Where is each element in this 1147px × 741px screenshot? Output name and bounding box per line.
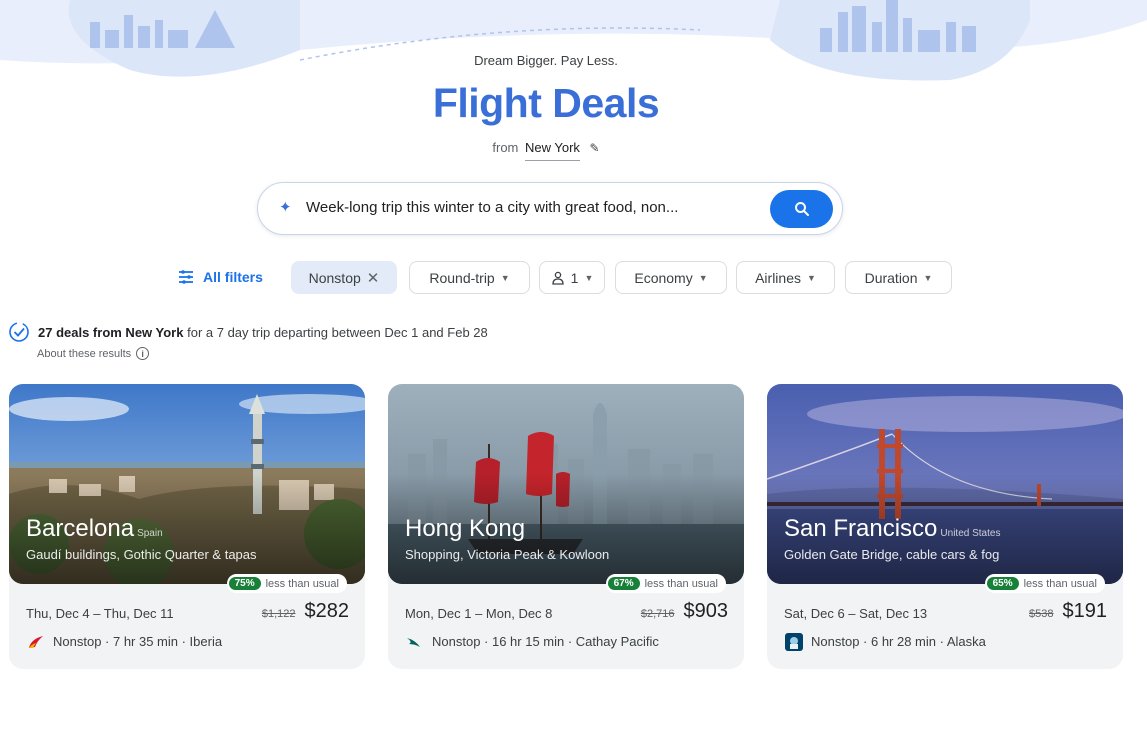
about-results-link[interactable]: About these results i: [37, 347, 150, 360]
caret-down-icon: ▼: [923, 272, 933, 283]
usual-price: $538: [1029, 608, 1054, 620]
city-name: San Francisco United States: [784, 515, 1001, 542]
about-label: About these results: [37, 347, 132, 360]
flight-summary: Nonstop · 6 hr 28 min · Alaska: [811, 634, 986, 649]
savings-badge: 67% less than usual: [605, 574, 726, 593]
city-description: Shopping, Victoria Peak & Kowloon: [405, 547, 610, 562]
price-group: $538 $191: [1029, 600, 1107, 623]
search-bar[interactable]: ✦: [257, 182, 843, 235]
edit-pencil-icon[interactable]: ✎: [590, 141, 600, 155]
search-icon: [794, 202, 809, 216]
chip-label: Nonstop: [308, 269, 361, 286]
from-label: from: [492, 140, 519, 155]
country-name: United States: [940, 528, 1001, 539]
airlines-dropdown[interactable]: Airlines ▼: [736, 261, 835, 294]
price-group: $1,122 $282: [262, 600, 349, 623]
city-description: Golden Gate Bridge, cable cars & fog: [784, 547, 1000, 562]
chip-label: Airlines: [755, 269, 801, 286]
verified-check-icon: [9, 322, 29, 342]
country-name: Spain: [137, 528, 163, 539]
chip-label: Round-trip: [429, 269, 495, 286]
filter-bar: All filters Nonstop ✕ Round-trip ▼ 1 ▼ E…: [0, 261, 1147, 295]
city-name: Hong Kong: [405, 515, 526, 542]
search-button[interactable]: [770, 190, 833, 228]
savings-percent: 75%: [228, 577, 261, 590]
sparkle-icon: ✦: [279, 199, 292, 216]
trip-type-dropdown[interactable]: Round-trip ▼: [409, 261, 530, 294]
cathay-logo-icon: [405, 632, 424, 651]
deal-card-barcelona[interactable]: Barcelona Spain Gaudí buildings, Gothic Q…: [9, 384, 365, 669]
flight-summary: Nonstop · 16 hr 15 min · Cathay Pacific: [432, 634, 659, 649]
tagline: Dream Bigger. Pay Less.: [474, 53, 618, 68]
trip-dates: Mon, Dec 1 – Mon, Dec 8: [405, 606, 553, 621]
flight-summary: Nonstop · 7 hr 35 min · Iberia: [53, 634, 223, 649]
filters-icon: [179, 270, 193, 284]
deal-price: $903: [683, 600, 729, 622]
passengers-dropdown[interactable]: 1 ▼: [539, 261, 605, 294]
caret-down-icon: ▼: [500, 272, 510, 283]
results-summary: 27 deals from New York for a 7 day trip …: [8, 321, 488, 343]
results-details: for a 7 day trip departing between Dec 1…: [187, 324, 488, 340]
all-filters-label: All filters: [203, 269, 263, 285]
deal-price: $282: [304, 600, 350, 622]
caret-down-icon: ▼: [806, 272, 816, 283]
person-icon: [551, 271, 564, 285]
chip-label: Duration: [864, 269, 918, 286]
deal-card-hong-kong[interactable]: Hong Kong Shopping, Victoria Peak & Kowl…: [388, 384, 744, 669]
deal-price: $191: [1062, 600, 1108, 622]
flight-details: Nonstop · 7 hr 35 min · Iberia: [26, 632, 222, 651]
price-group: $2,716 $903: [641, 600, 728, 623]
close-icon[interactable]: ✕: [367, 269, 380, 287]
nonstop-chip[interactable]: Nonstop ✕: [291, 261, 397, 294]
alaska-logo-icon: [784, 632, 803, 651]
chip-label: 1: [570, 269, 579, 286]
iberia-logo-icon: [26, 632, 45, 651]
deal-card-san-francisco[interactable]: San Francisco United States Golden Gate B…: [767, 384, 1123, 669]
duration-dropdown[interactable]: Duration ▼: [845, 261, 952, 294]
savings-badge: 75% less than usual: [226, 574, 347, 593]
flight-details: Nonstop · 16 hr 15 min · Cathay Pacific: [405, 632, 659, 651]
deals-count: 27 deals from New York: [38, 324, 184, 340]
origin-city[interactable]: New York: [525, 140, 580, 161]
origin-selector[interactable]: from New York ✎: [0, 140, 1092, 161]
all-filters-button[interactable]: All filters: [178, 269, 263, 285]
savings-percent: 65%: [986, 577, 1019, 590]
caret-down-icon: ▼: [584, 272, 594, 283]
cabin-class-dropdown[interactable]: Economy ▼: [615, 261, 727, 294]
info-icon[interactable]: i: [136, 347, 150, 360]
chip-label: Economy: [634, 269, 693, 286]
trip-dates: Sat, Dec 6 – Sat, Dec 13: [784, 606, 928, 621]
city-name: Barcelona Spain: [26, 515, 163, 542]
caret-down-icon: ▼: [698, 272, 708, 283]
usual-price: $1,122: [261, 608, 296, 620]
city-description: Gaudí buildings, Gothic Quarter & tapas: [26, 547, 257, 562]
savings-badge: 65% less than usual: [984, 574, 1105, 593]
trip-dates: Thu, Dec 4 – Thu, Dec 11: [26, 606, 174, 621]
savings-text: less than usual: [265, 577, 339, 590]
savings-percent: 67%: [607, 577, 640, 590]
flight-details: Nonstop · 6 hr 28 min · Alaska: [784, 632, 986, 651]
usual-price: $2,716: [640, 608, 675, 620]
search-input[interactable]: [306, 199, 746, 216]
savings-text: less than usual: [1023, 577, 1097, 590]
savings-text: less than usual: [644, 577, 718, 590]
page-title: Flight Deals: [432, 80, 660, 126]
